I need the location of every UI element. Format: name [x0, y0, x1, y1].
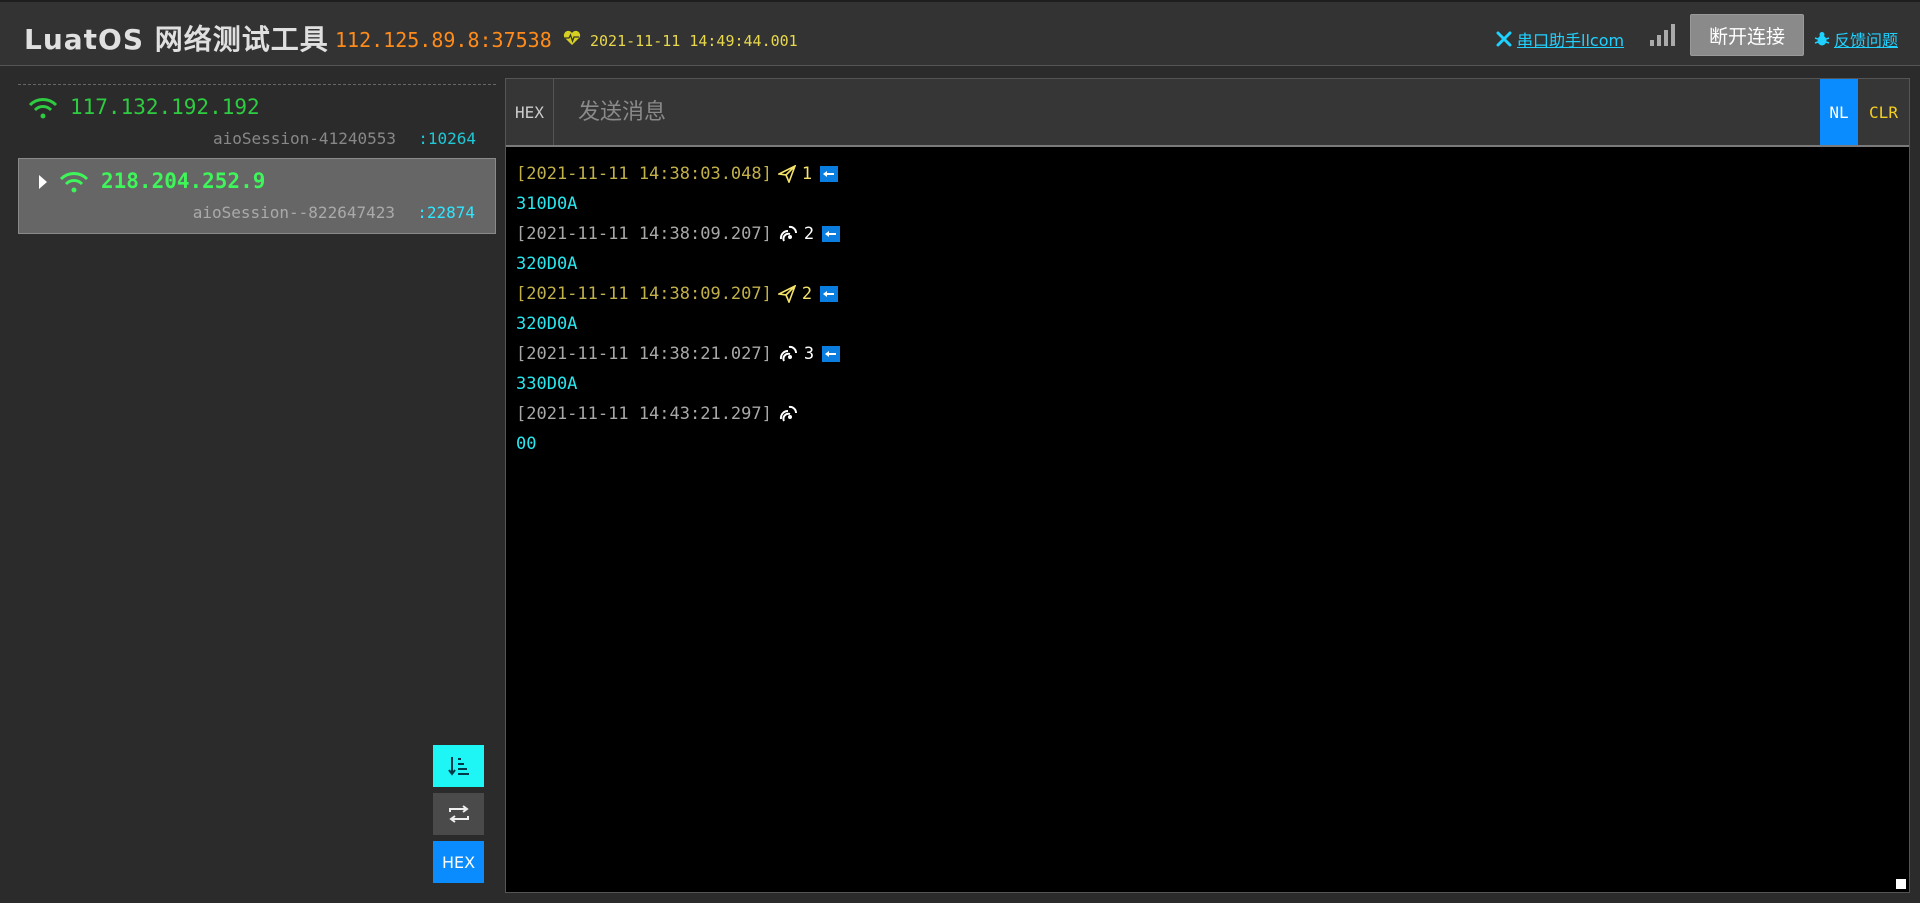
feedback-label: 反馈问题 — [1834, 31, 1899, 50]
send-bar: HEX NL CLR — [506, 79, 1909, 147]
sort-button[interactable] — [433, 745, 484, 787]
log-payload: 00 — [516, 434, 537, 454]
log-payload: 320D0A — [516, 314, 578, 334]
log-timestamp: [2021-11-11 14:38:09.207] — [516, 284, 772, 304]
feedback-link[interactable]: 反馈问题 — [1814, 27, 1898, 51]
session-ip: 218.204.252.9 — [101, 169, 266, 193]
log-seq: 2 — [801, 284, 813, 304]
log-entry-header: [2021-11-11 14:38:03.048] 1 — [516, 159, 1899, 189]
wifi-icon — [28, 98, 58, 119]
hex-display-button[interactable]: HEX — [433, 841, 484, 883]
expand-caret-icon[interactable] — [39, 175, 47, 189]
log-entry-header: [2021-11-11 14:38:09.207] 2 — [516, 219, 1899, 249]
clear-button[interactable]: CLR — [1858, 79, 1909, 145]
resend-arrow-icon[interactable] — [822, 226, 841, 242]
receive-satellite-icon — [779, 225, 797, 242]
app-title: LuatOS 网络测试工具 — [24, 23, 329, 56]
log-timestamp: [2021-11-11 14:38:03.048] — [516, 164, 772, 184]
newline-toggle[interactable]: NL — [1820, 79, 1858, 145]
resend-arrow-icon[interactable] — [820, 166, 839, 182]
disconnect-button[interactable]: 断开连接 — [1690, 14, 1804, 56]
repeat-icon — [448, 805, 469, 823]
repeat-button[interactable] — [433, 793, 484, 835]
session-list: 117.132.192.192 aioSession-41240553 :102… — [18, 84, 496, 234]
log-payload: 320D0A — [516, 254, 578, 274]
sort-icon — [447, 757, 469, 776]
serial-tool-link[interactable]: 串口助手llcom — [1495, 27, 1624, 51]
resize-handle[interactable] — [1896, 879, 1906, 889]
log-seq: 2 — [803, 224, 815, 244]
log-entry-header: [2021-11-11 14:38:21.027] 3 — [516, 339, 1899, 369]
log-payload: 330D0A — [516, 374, 578, 394]
session-port: :22874 — [417, 203, 475, 222]
send-plane-icon — [777, 165, 796, 183]
session-port: :10264 — [418, 129, 476, 148]
hex-send-toggle[interactable]: HEX — [506, 79, 554, 145]
receive-satellite-icon — [779, 345, 797, 362]
message-log: [2021-11-11 14:38:03.048] 1 310D0A [2021… — [516, 159, 1899, 459]
session-item[interactable]: 117.132.192.192 aioSession-41240553 :102… — [18, 84, 496, 154]
header-bar: LuatOS 网络测试工具 112.125.89.8:37538 2021-11… — [0, 0, 1920, 66]
send-message-input[interactable] — [556, 79, 1824, 145]
message-panel: HEX NL CLR [2021-11-11 14:38:03.048] 1 3… — [505, 78, 1910, 893]
session-id: aioSession--822647423 — [192, 203, 395, 222]
bug-icon — [1814, 32, 1830, 46]
session-item-active[interactable]: 218.204.252.9 aioSession--822647423 :228… — [18, 158, 496, 234]
resend-arrow-icon[interactable] — [820, 286, 839, 302]
log-timestamp: [2021-11-11 14:43:21.297] — [516, 404, 772, 424]
session-ip: 117.132.192.192 — [70, 95, 260, 119]
server-address: 112.125.89.8:37538 — [335, 28, 552, 52]
receive-satellite-icon — [779, 405, 797, 422]
heartbeat-icon — [563, 30, 581, 45]
log-seq: 3 — [803, 344, 815, 364]
log-entry-header: [2021-11-11 14:38:09.207] 2 — [516, 279, 1899, 309]
send-plane-icon — [777, 285, 796, 303]
signal-strength-icon — [1650, 24, 1675, 46]
tools-icon — [1496, 31, 1512, 47]
log-payload: 310D0A — [516, 194, 578, 214]
heartbeat-time: 2021-11-11 14:49:44.001 — [590, 32, 798, 50]
log-timestamp: [2021-11-11 14:38:21.027] — [516, 344, 772, 364]
serial-tool-label: 串口助手llcom — [1517, 31, 1625, 50]
session-id: aioSession-41240553 — [212, 129, 396, 148]
log-entry-header: [2021-11-11 14:43:21.297] — [516, 399, 1899, 429]
resend-arrow-icon[interactable] — [822, 346, 841, 362]
log-timestamp: [2021-11-11 14:38:09.207] — [516, 224, 772, 244]
log-seq: 1 — [801, 164, 813, 184]
wifi-icon — [59, 172, 89, 193]
